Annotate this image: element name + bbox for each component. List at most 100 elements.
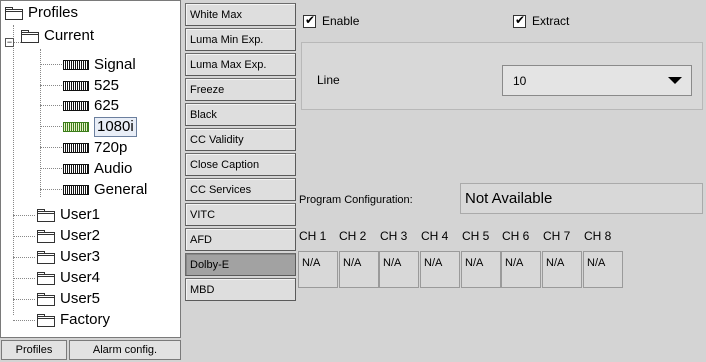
category-cc-services[interactable]: CC Services bbox=[185, 178, 296, 201]
channel-value: N/A bbox=[501, 251, 541, 288]
category-dolby-e[interactable]: Dolby-E bbox=[185, 253, 296, 276]
category-freeze[interactable]: Freeze bbox=[185, 78, 296, 101]
card-icon bbox=[63, 101, 89, 111]
program-configuration-value: Not Available bbox=[460, 183, 703, 214]
tree-node-label: Factory bbox=[60, 311, 111, 328]
tree-node-label: Current bbox=[44, 27, 95, 44]
enable-label: Enable bbox=[322, 14, 360, 28]
line-group: Line 10 bbox=[301, 42, 703, 110]
channel-header: CH 1 bbox=[299, 229, 327, 243]
channel-header: CH 6 bbox=[502, 229, 530, 243]
channel-header: CH 5 bbox=[462, 229, 490, 243]
alarm-config-button[interactable]: Alarm config. bbox=[69, 340, 181, 360]
tree-node-label: Signal bbox=[94, 56, 136, 73]
category-luma-min-exp[interactable]: Luma Min Exp. bbox=[185, 28, 296, 51]
category-white-max[interactable]: White Max bbox=[185, 3, 296, 26]
tree-node-user2[interactable]: User2 bbox=[37, 227, 100, 245]
folder-icon bbox=[21, 29, 39, 43]
tree-node-factory[interactable]: Factory bbox=[37, 311, 110, 329]
line-select[interactable]: 10 bbox=[502, 65, 692, 96]
collapse-icon[interactable]: − bbox=[5, 38, 14, 47]
content-panel: ✔ Enable ✔ Extract Line 10 Program Confi… bbox=[297, 0, 706, 362]
enable-checkbox[interactable]: ✔ Enable bbox=[303, 13, 360, 28]
channel-header: CH 7 bbox=[543, 229, 571, 243]
line-select-value: 10 bbox=[513, 73, 527, 88]
category-afd[interactable]: AFD bbox=[185, 228, 296, 251]
tree-node-audio[interactable]: Audio bbox=[63, 160, 132, 178]
tree-node-label: Profiles bbox=[28, 4, 79, 21]
tree-connector bbox=[40, 147, 62, 148]
folder-icon bbox=[5, 6, 23, 20]
channel-value: N/A bbox=[298, 251, 338, 288]
tree-node-general[interactable]: General bbox=[63, 181, 147, 199]
folder-icon bbox=[37, 271, 55, 285]
tree-node-label: General bbox=[94, 181, 148, 198]
folder-icon bbox=[37, 250, 55, 264]
line-label: Line bbox=[317, 73, 340, 87]
tree-node-1080i[interactable]: 1080i bbox=[63, 117, 137, 137]
tree-node-625[interactable]: 625 bbox=[63, 97, 119, 115]
extract-checkbox[interactable]: ✔ Extract bbox=[513, 12, 570, 28]
card-icon bbox=[63, 185, 89, 195]
tree-node-label: 1080i bbox=[94, 117, 137, 137]
channel-header: CH 3 bbox=[380, 229, 408, 243]
program-configuration-label: Program Configuration: bbox=[299, 194, 413, 206]
tree-node-label: 625 bbox=[94, 97, 120, 114]
tree-connector bbox=[40, 126, 62, 127]
profile-tree[interactable]: Profiles − Current Signal 525 625 1080i … bbox=[0, 0, 181, 338]
tree-connector bbox=[40, 64, 62, 65]
tree-node-label: 525 bbox=[94, 77, 120, 94]
tree-connector bbox=[13, 320, 35, 321]
channel-value: N/A bbox=[461, 251, 501, 288]
category-luma-max-exp[interactable]: Luma Max Exp. bbox=[185, 53, 296, 76]
tree-connector bbox=[40, 49, 41, 197]
channel-header: CH 4 bbox=[421, 229, 449, 243]
tree-node-label: User4 bbox=[60, 269, 101, 286]
tree-connector bbox=[13, 257, 35, 258]
tree-connector bbox=[13, 25, 14, 315]
category-vitc[interactable]: VITC bbox=[185, 203, 296, 226]
channel-value: N/A bbox=[583, 251, 623, 288]
checkbox-box: ✔ bbox=[303, 13, 316, 28]
tree-node-user3[interactable]: User3 bbox=[37, 248, 100, 266]
tree-node-user1[interactable]: User1 bbox=[37, 206, 100, 224]
tree-node-720p[interactable]: 720p bbox=[63, 139, 127, 157]
folder-icon bbox=[37, 313, 55, 327]
tree-connector bbox=[40, 168, 62, 169]
card-icon bbox=[63, 164, 89, 174]
tree-node-label: User3 bbox=[60, 248, 101, 265]
checkbox-box: ✔ bbox=[513, 12, 526, 28]
tree-node-label: User1 bbox=[60, 206, 101, 223]
category-cc-validity[interactable]: CC Validity bbox=[185, 128, 296, 151]
tree-node-signal[interactable]: Signal bbox=[63, 56, 136, 74]
card-icon bbox=[63, 122, 89, 132]
channel-value: N/A bbox=[379, 251, 419, 288]
folder-icon bbox=[37, 208, 55, 222]
channel-header: CH 2 bbox=[339, 229, 367, 243]
extract-label: Extract bbox=[532, 14, 570, 28]
checkmark-icon: ✔ bbox=[515, 12, 526, 27]
profiles-button[interactable]: Profiles bbox=[1, 340, 67, 360]
tree-node-label: User5 bbox=[60, 290, 101, 307]
tree-node-profiles[interactable]: Profiles bbox=[5, 4, 78, 22]
folder-icon bbox=[37, 292, 55, 306]
category-close-caption[interactable]: Close Caption bbox=[185, 153, 296, 176]
category-black[interactable]: Black bbox=[185, 103, 296, 126]
channel-value: N/A bbox=[542, 251, 582, 288]
tree-node-current[interactable]: Current bbox=[21, 27, 94, 45]
tree-connector bbox=[13, 42, 21, 43]
tree-connector bbox=[13, 236, 35, 237]
chevron-down-icon[interactable] bbox=[668, 77, 682, 84]
category-mbd[interactable]: MBD bbox=[185, 278, 296, 301]
tree-connector bbox=[40, 189, 62, 190]
tree-connector bbox=[40, 105, 62, 106]
channel-value: N/A bbox=[420, 251, 460, 288]
tree-connector bbox=[40, 85, 62, 86]
tree-connector bbox=[13, 299, 35, 300]
tree-node-label: User2 bbox=[60, 227, 101, 244]
tree-node-user5[interactable]: User5 bbox=[37, 290, 100, 308]
tree-node-user4[interactable]: User4 bbox=[37, 269, 100, 287]
card-icon bbox=[63, 81, 89, 91]
tree-node-525[interactable]: 525 bbox=[63, 77, 119, 95]
channel-header: CH 8 bbox=[584, 229, 612, 243]
